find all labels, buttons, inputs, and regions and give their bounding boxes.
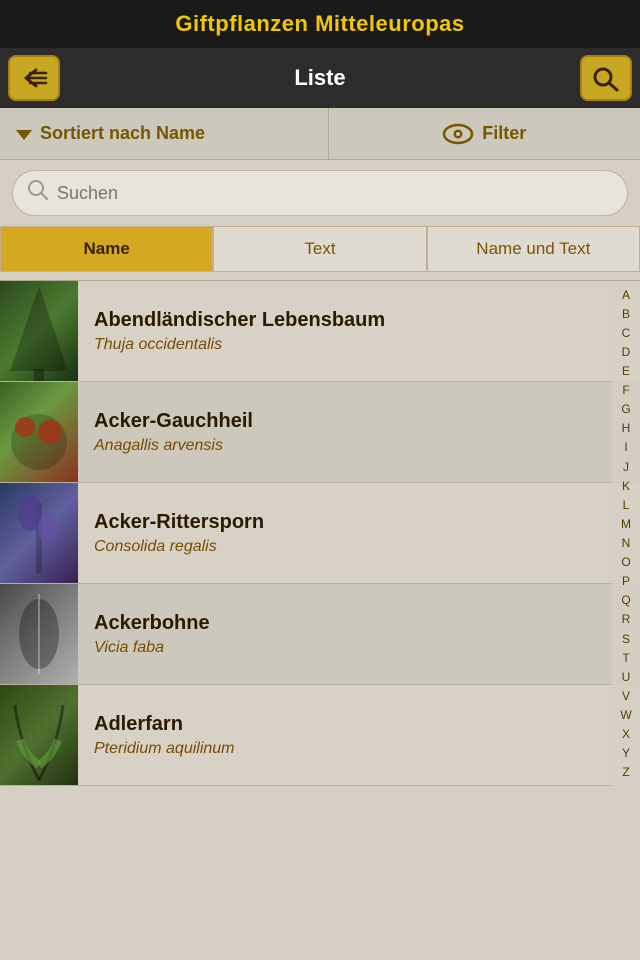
app-title-bar: Giftpflanzen Mitteleuropas [0,0,640,48]
plant-thumbnail [0,382,78,482]
alpha-letter-p[interactable]: P [622,575,630,587]
tab-name[interactable]: Name [0,226,213,272]
alpha-letter-d[interactable]: D [622,346,631,358]
plant-info: Acker-Rittersporn Consolida regalis [78,483,640,583]
alpha-letter-z[interactable]: Z [622,766,629,778]
back-menu-icon [18,64,50,92]
alpha-letter-t[interactable]: T [622,652,629,664]
alpha-letter-m[interactable]: M [621,518,631,530]
plant-latin-name: Pteridium aquilinum [94,740,624,758]
nav-title: Liste [294,65,345,91]
list-item[interactable]: Acker-Rittersporn Consolida regalis [0,483,640,584]
alpha-letter-y[interactable]: Y [622,747,630,759]
sort-filter-bar: Sortiert nach Name Filter [0,108,640,160]
search-button[interactable] [580,55,632,101]
plant-name: Ackerbohne [94,612,624,635]
plant-thumbnail [0,584,78,684]
alpha-letter-i[interactable]: I [624,441,627,453]
alpha-letter-k[interactable]: K [622,480,630,492]
plant-name: Adlerfarn [94,713,624,736]
plant-info: Adlerfarn Pteridium aquilinum [78,685,640,785]
alpha-letter-e[interactable]: E [622,365,630,377]
search-input[interactable] [57,183,613,204]
plant-name: Abendländischer Lebensbaum [94,309,624,332]
plant-thumbnail [0,281,78,381]
plant-latin-name: Consolida regalis [94,538,624,556]
filter-label: Filter [482,123,526,144]
search-input-icon [27,179,49,207]
plant-name: Acker-Rittersporn [94,511,624,534]
sort-label: Sortiert nach Name [40,123,205,144]
list-item[interactable]: Abendländischer Lebensbaum Thuja occident… [0,281,640,382]
plant-name: Acker-Gauchheil [94,410,624,433]
alpha-letter-n[interactable]: N [622,537,631,549]
alpha-letter-v[interactable]: V [622,690,630,702]
alpha-letter-a[interactable]: A [622,289,630,301]
alpha-letter-g[interactable]: G [621,403,630,415]
list-item[interactable]: Ackerbohne Vicia faba [0,584,640,685]
plant-thumbnail [0,685,78,785]
alpha-letter-j[interactable]: J [623,461,629,473]
plant-thumbnail [0,483,78,583]
back-menu-button[interactable] [8,55,60,101]
alpha-letter-r[interactable]: R [622,613,631,625]
plant-info: Ackerbohne Vicia faba [78,584,640,684]
plant-latin-name: Anagallis arvensis [94,437,624,455]
sort-section[interactable]: Sortiert nach Name [0,108,329,159]
list-item[interactable]: Acker-Gauchheil Anagallis arvensis [0,382,640,483]
alpha-index: ABCDEFGHIJKLMNOPQRSTUVWXYZ [612,281,640,786]
alpha-letter-s[interactable]: S [622,633,630,645]
alpha-letter-l[interactable]: L [623,499,630,511]
tab-name-und-text[interactable]: Name und Text [427,226,640,272]
plant-items-container: Abendländischer Lebensbaum Thuja occident… [0,281,640,786]
plant-info: Acker-Gauchheil Anagallis arvensis [78,382,640,482]
search-tabs: Name Text Name und Text [0,226,640,281]
app-title: Giftpflanzen Mitteleuropas [175,11,464,37]
alpha-letter-q[interactable]: Q [621,594,630,606]
alpha-letter-o[interactable]: O [621,556,630,568]
alpha-letter-f[interactable]: F [622,384,629,396]
filter-section[interactable]: Filter [329,108,640,159]
search-bar [0,160,640,226]
alpha-letter-h[interactable]: H [622,422,631,434]
plant-info: Abendländischer Lebensbaum Thuja occident… [78,281,640,381]
alpha-letter-c[interactable]: C [622,327,631,339]
alpha-letter-b[interactable]: B [622,308,630,320]
filter-eye-icon [442,123,474,145]
alpha-letter-u[interactable]: U [622,671,631,683]
plant-list: Abendländischer Lebensbaum Thuja occident… [0,281,640,786]
nav-bar: Liste [0,48,640,108]
plant-latin-name: Vicia faba [94,639,624,657]
list-item[interactable]: Adlerfarn Pteridium aquilinum [0,685,640,786]
search-nav-icon [590,64,622,92]
tab-text[interactable]: Text [213,226,426,272]
alpha-letter-w[interactable]: W [620,709,631,721]
plant-latin-name: Thuja occidentalis [94,336,624,354]
search-input-wrap [12,170,628,216]
alpha-letter-x[interactable]: X [622,728,630,740]
sort-dropdown-icon [16,130,32,140]
